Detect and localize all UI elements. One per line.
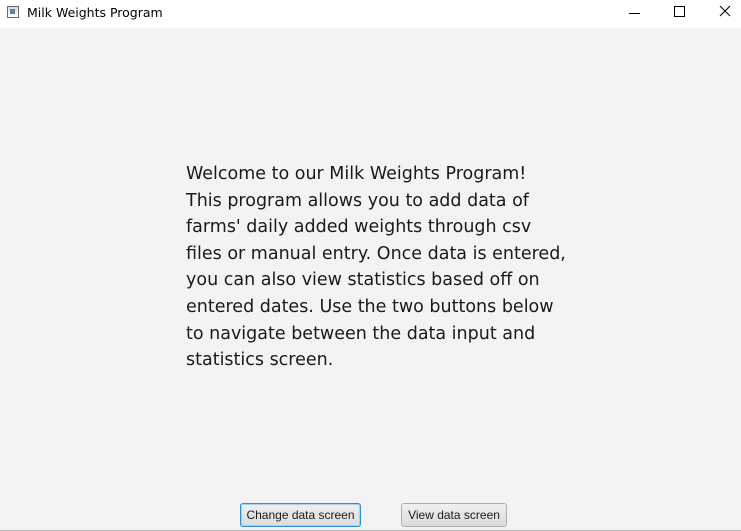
change-data-screen-button[interactable]: Change data screen — [240, 503, 361, 527]
view-data-screen-button[interactable]: View data screen — [401, 503, 507, 527]
app-window: Milk Weights Program Welcome to our Milk… — [0, 0, 741, 531]
close-button[interactable] — [702, 0, 741, 28]
close-icon — [719, 5, 731, 17]
minimize-button[interactable] — [612, 0, 658, 28]
welcome-message: Welcome to our Milk Weights Program! Thi… — [186, 164, 566, 371]
maximize-icon — [674, 6, 685, 17]
maximize-button[interactable] — [656, 0, 702, 28]
app-window-icon — [7, 6, 19, 18]
minimize-icon — [629, 13, 640, 14]
main-content: Welcome to our Milk Weights Program! Thi… — [0, 28, 741, 531]
title-bar[interactable]: Milk Weights Program — [0, 0, 741, 28]
window-title: Milk Weights Program — [27, 5, 163, 20]
